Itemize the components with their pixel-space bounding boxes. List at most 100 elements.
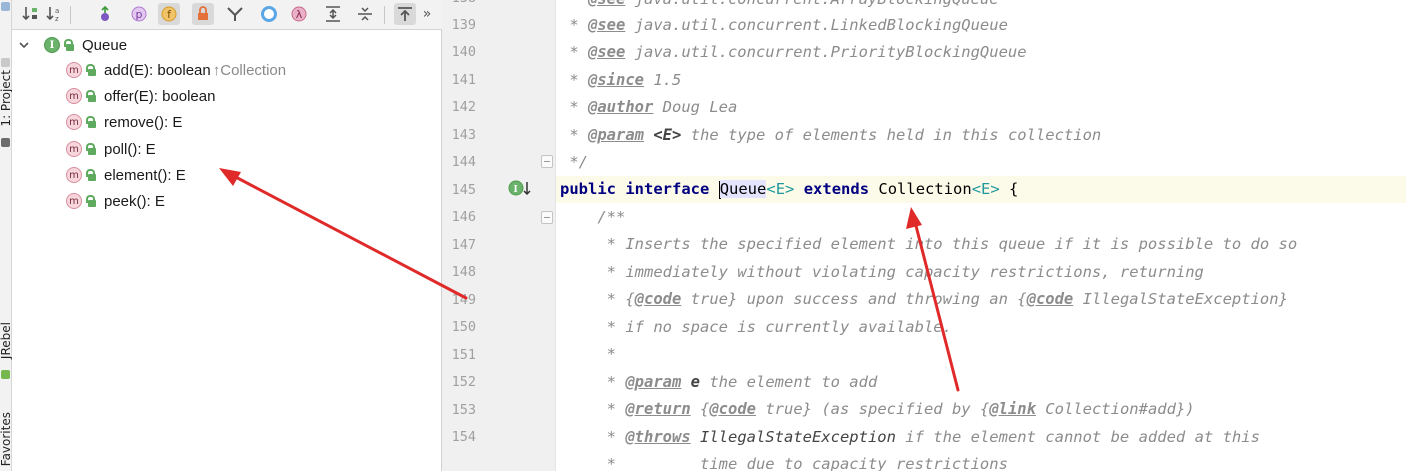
code-text: * (560, 0, 588, 8)
line-number: 144 (451, 154, 476, 170)
line-number: 152 (451, 374, 476, 390)
line-number: 140 (451, 44, 476, 60)
code-text: { (999, 180, 1019, 198)
javadoc-tag: @code (634, 290, 682, 308)
filter-icon[interactable] (224, 3, 246, 25)
public-lock-icon (84, 115, 98, 129)
sort-alphabetically-icon[interactable]: az (44, 3, 66, 25)
svg-text:I: I (514, 185, 518, 195)
code-text: * Inserts the specified element into thi… (560, 235, 1298, 253)
code-text: the type of elements held in this collec… (681, 126, 1102, 144)
line-number: 147 (451, 237, 476, 253)
inherited-from-label: ↑Collection (212, 61, 287, 79)
code-text: 1.5 (644, 71, 682, 89)
tool-window-strip: 1: Project JRebel Favorites (0, 0, 13, 471)
code-text: { (690, 400, 710, 418)
tree-root-label: Queue (82, 36, 128, 54)
code-line: * @since 1.5 (560, 67, 681, 94)
line-number: 154 (451, 429, 476, 445)
tree-member-add[interactable]: m add(E): boolean ↑Collection (66, 58, 286, 82)
javadoc-tag: @see (588, 0, 625, 8)
anonymous-classes-icon[interactable] (258, 3, 280, 25)
project-icon[interactable] (1, 58, 10, 67)
structure-toolbar: az p f λ » (12, 0, 442, 30)
member-label: poll(): E (104, 140, 156, 158)
super-interface-name[interactable]: Collection (878, 180, 971, 198)
code-text: if the element cannot be added at this (895, 428, 1260, 446)
javadoc-tag: @return (625, 400, 691, 418)
code-text: * (560, 43, 588, 61)
implemented-by-icon[interactable]: I (508, 179, 532, 199)
code-text: * (560, 400, 626, 418)
javadoc-param: e (681, 373, 700, 391)
svg-text:z: z (55, 15, 59, 23)
code-line: * @see java.util.concurrent.LinkedBlocki… (560, 12, 1008, 39)
jrebel-icon[interactable] (1, 370, 10, 379)
line-number: 149 (451, 292, 476, 308)
code-line: * @author Doug Lea (560, 94, 737, 121)
fold-marker[interactable] (541, 155, 553, 168)
member-label: add(E): boolean (104, 61, 211, 79)
tree-root-node[interactable]: I Queue (18, 33, 127, 57)
type-parameter: <E> (971, 180, 1000, 198)
line-number: 142 (451, 99, 476, 115)
expand-all-icon[interactable] (322, 3, 344, 25)
javadoc-tag: @since (588, 71, 644, 89)
tree-member-offer[interactable]: m offer(E): boolean (66, 84, 215, 108)
lambda-glyph: λ (295, 7, 303, 21)
line-number-gutter: 138 139 140 141 142 143 144 145 146 147 … (442, 0, 556, 471)
line-number: 145 (451, 182, 476, 198)
code-text: Doug Lea (653, 98, 738, 116)
collapse-all-icon[interactable] (354, 3, 376, 25)
structure-tab-marker[interactable] (1, 138, 10, 147)
line-number: 151 (451, 347, 476, 363)
line-number: 146 (451, 209, 476, 225)
javadoc-tag: @throws (625, 428, 691, 446)
line-number: 150 (451, 319, 476, 335)
code-text: * if no space is currently available. (560, 318, 952, 336)
more-glyph: » (422, 6, 432, 22)
code-text: java.util.concurrent.LinkedBlockingQueue (625, 16, 1008, 34)
toolbar-divider (70, 6, 71, 24)
code-line: * {@code true} upon success and throwing… (560, 286, 1288, 313)
keyword: extends (803, 180, 870, 198)
show-properties-icon[interactable]: p (128, 3, 150, 25)
javadoc-tag: @code (1026, 290, 1074, 308)
tree-member-remove[interactable]: m remove(): E (66, 110, 182, 134)
code-line: */ (560, 149, 588, 176)
more-options-icon[interactable]: » (418, 3, 436, 25)
code-line: * if no space is currently available. (560, 314, 952, 341)
keyword: interface (625, 180, 710, 198)
tree-member-poll[interactable]: m poll(): E (66, 137, 156, 161)
tree-member-element[interactable]: m element(): E (66, 163, 186, 187)
line-number: 139 (451, 17, 476, 33)
code-line: * @param e the element to add (560, 369, 878, 396)
chevron-down-icon[interactable] (18, 39, 30, 51)
show-fields-icon[interactable]: f (158, 3, 180, 25)
lambdas-icon[interactable]: λ (288, 3, 310, 25)
sort-by-visibility-icon[interactable] (20, 3, 42, 25)
code-text: * (560, 98, 588, 116)
public-lock-icon (62, 38, 76, 52)
fold-marker[interactable] (541, 211, 553, 224)
code-text: IllegalStateException} (1073, 290, 1288, 308)
method-icon: m (66, 114, 82, 130)
code-line: /** (560, 204, 625, 231)
javadoc-tag: @author (588, 98, 654, 116)
show-inherited-icon[interactable] (94, 3, 116, 25)
keyword: public (560, 180, 616, 198)
show-non-public-icon[interactable] (192, 3, 214, 25)
method-icon: m (66, 141, 82, 157)
code-line: * @throws IllegalStateException if the e… (560, 424, 1260, 451)
code-text: * (560, 16, 588, 34)
javadoc-param: <E> (644, 126, 682, 144)
properties-glyph: p (135, 7, 143, 21)
autoscroll-icon[interactable] (394, 3, 416, 25)
code-text: * (560, 373, 626, 391)
code-text: * (560, 71, 588, 89)
code-text: * time due to capacity restrictions (560, 455, 1008, 471)
code-editor[interactable]: 138 139 140 141 142 143 144 145 146 147 … (442, 0, 1406, 471)
tree-member-peek[interactable]: m peek(): E (66, 189, 165, 213)
interface-name[interactable]: Queue (719, 180, 767, 198)
ant-icon[interactable] (1, 2, 10, 11)
